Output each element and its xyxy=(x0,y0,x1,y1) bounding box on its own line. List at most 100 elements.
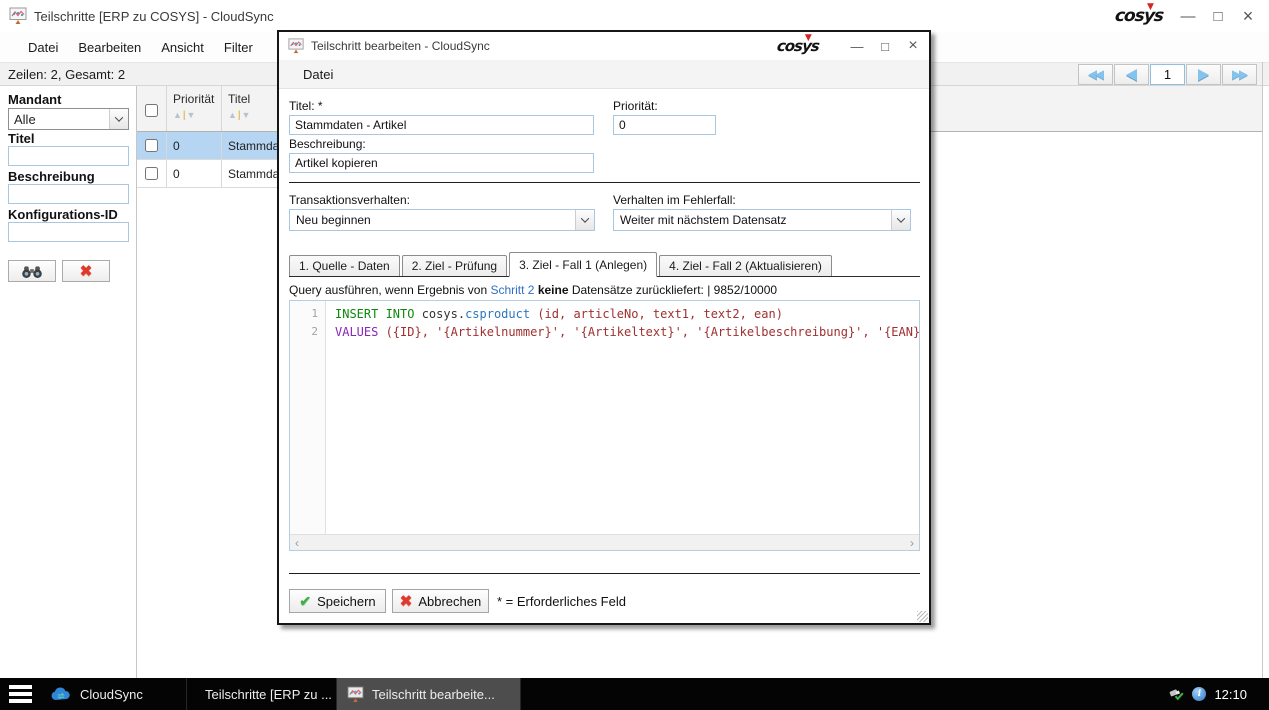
titel-filter-input[interactable] xyxy=(8,146,129,166)
pagination xyxy=(1078,64,1257,85)
hamburger-icon xyxy=(9,685,32,689)
cancel-x-icon: ✖ xyxy=(400,592,413,610)
dialog-titlebar: Teilschritt bearbeiten - CloudSync cosys… xyxy=(279,32,929,60)
info-icon[interactable]: i xyxy=(1192,687,1206,701)
fehlerfall-value: Weiter mit nächstem Datensatz xyxy=(620,213,787,227)
mandant-value: Alle xyxy=(14,112,36,127)
taskbar-item-label: Teilschritte [ERP zu ... xyxy=(205,687,332,702)
cancel-button[interactable]: ✖ Abbrechen xyxy=(392,589,489,613)
taskbar-item-label: CloudSync xyxy=(80,687,143,702)
transaktionsverhalten-label: Transaktionsverhalten: xyxy=(289,193,410,207)
tab-ziel-fall1-anlegen[interactable]: 3. Ziel - Fall 1 (Anlegen) xyxy=(509,252,657,277)
cosys-logo: cosys▼ xyxy=(1114,6,1174,26)
previous-page-button[interactable] xyxy=(1114,64,1149,85)
dialog-menu-datei[interactable]: Datei xyxy=(293,63,343,86)
clock: 12:10 xyxy=(1214,687,1247,702)
horizontal-scrollbar[interactable]: ‹ › xyxy=(290,534,919,550)
select-all-checkbox[interactable] xyxy=(145,104,158,117)
binoculars-icon xyxy=(20,264,44,279)
taskbar-item-label: Teilschritt bearbeite... xyxy=(372,687,495,702)
cosys-logo-triangle-icon: ▼ xyxy=(805,33,811,43)
menu-filter[interactable]: Filter xyxy=(214,36,263,59)
last-page-button[interactable] xyxy=(1222,64,1257,85)
dropdown-arrow-icon xyxy=(109,109,128,129)
tab-ziel-pruefung[interactable]: 2. Ziel - Prüfung xyxy=(402,255,507,276)
row-checkbox[interactable] xyxy=(145,167,158,180)
prioritaet-column-header[interactable]: Priorität ▲|▼ xyxy=(167,86,222,131)
resize-grip[interactable] xyxy=(917,611,928,622)
mandant-select[interactable]: Alle xyxy=(8,108,129,130)
previous-page-icon xyxy=(1126,69,1137,81)
beschreibung-filter-input[interactable] xyxy=(8,184,129,204)
search-button[interactable] xyxy=(8,260,56,282)
window-right-border xyxy=(1262,62,1263,678)
save-button[interactable]: ✔ Speichern xyxy=(289,589,386,613)
clear-filter-button[interactable]: ✖ xyxy=(62,260,110,282)
beschreibung-field[interactable] xyxy=(289,153,594,173)
fehlerfall-select[interactable]: Weiter mit nächstem Datensatz xyxy=(613,209,911,231)
dialog-title: Teilschritt bearbeiten - CloudSync xyxy=(311,39,490,53)
row-prioritaet: 0 xyxy=(167,132,222,159)
dialog-menubar: Datei xyxy=(279,60,929,89)
app-chart-icon xyxy=(288,38,304,54)
konfigurations-id-input[interactable] xyxy=(8,222,129,242)
first-page-icon xyxy=(1089,69,1103,81)
sql-editor-gutter: 12 xyxy=(290,301,326,534)
taskbar-item-teilschritte[interactable]: Teilschritte [ERP zu ... xyxy=(187,678,337,710)
beschreibung-field-label: Beschreibung: xyxy=(289,137,366,151)
beschreibung-filter-label: Beschreibung xyxy=(8,169,95,184)
last-page-icon xyxy=(1233,69,1247,81)
prioritaet-header-label: Priorität xyxy=(173,92,214,106)
dialog-close-button[interactable]: × xyxy=(899,34,927,58)
transaktionsverhalten-value: Neu beginnen xyxy=(296,213,371,227)
prioritaet-sort-icons[interactable]: ▲|▼ xyxy=(173,110,196,121)
taskbar-item-cloudsync[interactable]: CloudSync xyxy=(40,678,187,710)
cloud-icon xyxy=(50,686,72,702)
konfigurations-id-label: Konfigurations-ID xyxy=(8,207,118,222)
filter-sidebar: Mandant Alle Titel Beschreibung Konfigur… xyxy=(0,86,137,678)
query-hint: Query ausführen, wenn Ergebnis von Schri… xyxy=(289,283,777,297)
save-button-label: Speichern xyxy=(317,594,376,609)
page-number-input[interactable] xyxy=(1150,64,1185,85)
taskbar-item-teilschritt-bearbeiten[interactable]: Teilschritt bearbeite... xyxy=(337,678,521,710)
schritt-2-link[interactable]: Schritt 2 xyxy=(490,283,534,297)
dialog-minimize-button[interactable]: — xyxy=(843,34,871,58)
next-page-button[interactable] xyxy=(1186,64,1221,85)
minimize-button[interactable]: — xyxy=(1173,2,1203,30)
separator xyxy=(289,182,920,183)
start-menu-button[interactable] xyxy=(0,678,40,710)
safely-remove-hardware-icon[interactable] xyxy=(1169,688,1184,701)
first-page-button[interactable] xyxy=(1078,64,1113,85)
scroll-left-icon[interactable]: ‹ xyxy=(295,536,299,550)
close-button[interactable]: × xyxy=(1233,2,1263,30)
tab-quelle-daten[interactable]: 1. Quelle - Daten xyxy=(289,255,400,276)
app-chart-icon xyxy=(347,686,364,703)
tab-bar: 1. Quelle - Daten 2. Ziel - Prüfung 3. Z… xyxy=(289,252,920,277)
select-all-cell xyxy=(137,86,167,131)
menu-datei[interactable]: Datei xyxy=(18,36,68,59)
maximize-button[interactable]: □ xyxy=(1203,2,1233,30)
sql-editor-lines[interactable]: INSERT INTO cosys.csproduct (id, article… xyxy=(327,301,919,534)
titel-sort-icons[interactable]: ▲|▼ xyxy=(228,110,251,121)
cancel-button-label: Abbrechen xyxy=(418,594,481,609)
edit-dialog: Teilschritt bearbeiten - CloudSync cosys… xyxy=(277,30,931,625)
dropdown-arrow-icon xyxy=(891,210,910,230)
desktop: Teilschritte [ERP zu COSYS] - CloudSync … xyxy=(0,0,1269,710)
dialog-maximize-button[interactable]: □ xyxy=(871,34,899,58)
main-window-title: Teilschritte [ERP zu COSYS] - CloudSync xyxy=(34,9,274,24)
separator xyxy=(289,573,920,574)
prioritaet-field[interactable] xyxy=(613,115,716,135)
row-checkbox[interactable] xyxy=(145,139,158,152)
app-chart-icon xyxy=(9,7,27,25)
titel-field[interactable] xyxy=(289,115,594,135)
clear-x-icon: ✖ xyxy=(80,262,93,280)
tab-ziel-fall2-aktualisieren[interactable]: 4. Ziel - Fall 2 (Aktualisieren) xyxy=(659,255,832,276)
transaktionsverhalten-select[interactable]: Neu beginnen xyxy=(289,209,595,231)
mandant-label: Mandant xyxy=(8,92,61,107)
menu-ansicht[interactable]: Ansicht xyxy=(151,36,214,59)
row-prioritaet: 0 xyxy=(167,160,222,187)
scroll-right-icon[interactable]: › xyxy=(910,536,914,550)
sql-editor[interactable]: 12 INSERT INTO cosys.csproduct (id, arti… xyxy=(289,300,920,551)
menu-bearbeiten[interactable]: Bearbeiten xyxy=(68,36,151,59)
cosys-logo: cosys▼ xyxy=(776,37,830,55)
